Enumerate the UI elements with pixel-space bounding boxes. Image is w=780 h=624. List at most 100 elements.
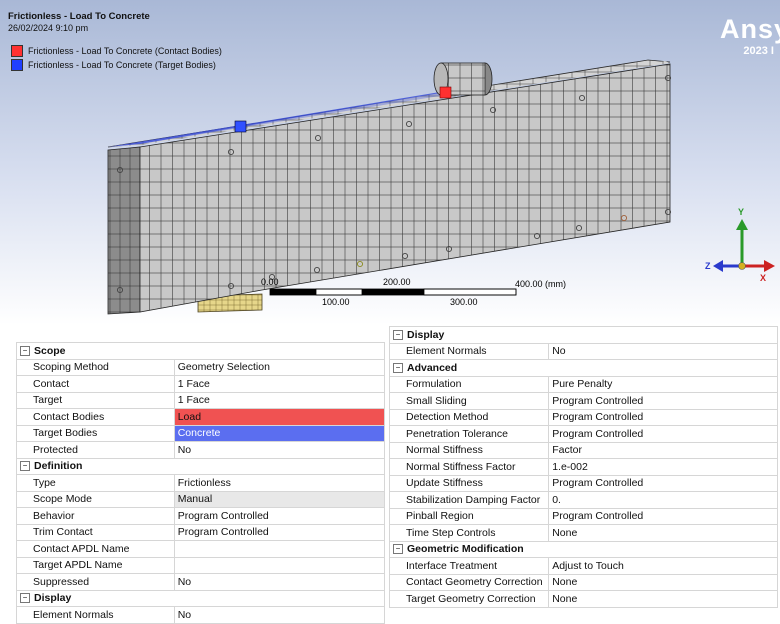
- row-normal-stiffness[interactable]: Normal Stiffness Factor: [388, 441, 778, 459]
- prop-name: Protected: [16, 441, 175, 459]
- row-contact-apdl-name[interactable]: Contact APDL Name: [16, 540, 386, 558]
- prop-name: Stabilization Damping Factor: [388, 491, 550, 509]
- prop-name: Contact: [16, 375, 175, 393]
- prop-value[interactable]: Manual: [173, 490, 386, 508]
- prop-value[interactable]: Program Controlled: [173, 523, 386, 541]
- prop-name: Normal Stiffness: [388, 441, 550, 459]
- collapse-icon[interactable]: −: [20, 461, 30, 472]
- prop-value[interactable]: None: [548, 590, 778, 608]
- collapse-icon[interactable]: −: [393, 362, 403, 373]
- prop-name: Detection Method: [388, 408, 550, 426]
- contact-marker: [439, 86, 452, 99]
- graphics-viewport[interactable]: Frictionless - Load To Concrete 26/02/20…: [0, 0, 780, 325]
- prop-name: Element Normals: [16, 606, 175, 624]
- prop-name: Target: [16, 391, 175, 409]
- beam-end-face: [107, 146, 141, 315]
- row-stabilization-damping-factor[interactable]: Stabilization Damping Factor 0.: [388, 491, 778, 509]
- row-update-stiffness[interactable]: Update Stiffness Program Controlled: [388, 474, 778, 492]
- prop-value[interactable]: 1 Face: [173, 375, 386, 393]
- prop-value[interactable]: Program Controlled: [548, 392, 778, 410]
- row-suppressed[interactable]: Suppressed No: [16, 573, 386, 591]
- prop-value[interactable]: No: [173, 573, 386, 591]
- scale-label-100: 100.00: [322, 297, 350, 307]
- collapse-icon[interactable]: −: [393, 329, 403, 340]
- prop-value[interactable]: Frictionless: [173, 474, 386, 492]
- details-table-left: − Scope Scoping Method Geometry Selection …: [16, 342, 386, 624]
- prop-value[interactable]: None: [548, 524, 778, 542]
- prop-value[interactable]: [173, 540, 386, 558]
- scale-label-300: 300.00: [450, 297, 478, 307]
- row-small-sliding[interactable]: Small Sliding Program Controlled: [388, 392, 778, 410]
- prop-value[interactable]: Adjust to Touch: [548, 557, 778, 575]
- prop-value[interactable]: Load: [173, 408, 386, 426]
- prop-value[interactable]: Concrete: [173, 424, 386, 442]
- row-normal-stiffness-factor[interactable]: Normal Stiffness Factor 1.e-002: [388, 458, 778, 476]
- target-marker: [234, 120, 247, 133]
- row-detection-method[interactable]: Detection Method Program Controlled: [388, 408, 778, 426]
- row-trim-contact[interactable]: Trim Contact Program Controlled: [16, 523, 386, 541]
- prop-value[interactable]: Program Controlled: [173, 507, 386, 525]
- prop-name: Trim Contact: [16, 523, 175, 541]
- prop-value[interactable]: 1.e-002: [548, 458, 778, 476]
- prop-value[interactable]: No: [548, 342, 778, 360]
- prop-name: Scope Mode: [16, 490, 175, 508]
- row-target-apdl-name[interactable]: Target APDL Name: [16, 556, 386, 574]
- row-pinball-region[interactable]: Pinball Region Program Controlled: [388, 507, 778, 525]
- prop-value[interactable]: Program Controlled: [548, 408, 778, 426]
- row-target-geometry-correction[interactable]: Target Geometry Correction None: [388, 590, 778, 608]
- section-definition[interactable]: − Definition: [16, 457, 385, 475]
- collapse-icon[interactable]: −: [20, 593, 30, 604]
- prop-value[interactable]: 0.: [548, 491, 778, 509]
- prop-value[interactable]: No: [173, 606, 386, 624]
- prop-value[interactable]: No: [173, 441, 386, 459]
- prop-name: Normal Stiffness Factor: [388, 458, 550, 476]
- row-target-bodies[interactable]: Target Bodies Concrete: [16, 424, 386, 442]
- row-element-normals[interactable]: Element Normals No: [388, 342, 778, 360]
- prop-value[interactable]: Factor: [548, 441, 778, 459]
- row-target[interactable]: Target 1 Face: [16, 391, 386, 409]
- section-title: Display: [34, 592, 72, 605]
- row-contact[interactable]: Contact 1 Face: [16, 375, 386, 393]
- row-contact-bodies[interactable]: Contact Bodies Load: [16, 408, 386, 426]
- section-title: Display: [407, 328, 445, 341]
- row-element-normals[interactable]: Element Normals No: [16, 606, 386, 624]
- prop-value[interactable]: Geometry Selection: [173, 358, 386, 376]
- collapse-icon[interactable]: −: [393, 544, 403, 555]
- prop-value[interactable]: Pure Penalty: [548, 375, 778, 393]
- row-contact-geometry-correction[interactable]: Contact Geometry Correction None: [388, 573, 778, 591]
- prop-value[interactable]: Program Controlled: [548, 474, 778, 492]
- section-scope[interactable]: − Scope: [16, 342, 385, 360]
- scale-label-200: 200.00: [383, 277, 411, 287]
- prop-name: Behavior: [16, 507, 175, 525]
- prop-name: Penetration Tolerance: [388, 425, 550, 443]
- triad-z-label: Z: [705, 261, 711, 271]
- row-type[interactable]: Type Frictionless: [16, 474, 386, 492]
- triad-y-label: Y: [738, 207, 745, 217]
- prop-name: Scoping Method: [16, 358, 175, 376]
- prop-name: Target Bodies: [16, 424, 175, 442]
- row-penetration-tolerance[interactable]: Penetration Tolerance Program Controlled: [388, 425, 778, 443]
- section-display[interactable]: − Display: [389, 326, 778, 344]
- row-scope-mode[interactable]: Scope Mode Manual: [16, 490, 386, 508]
- row-time-step-controls[interactable]: Time Step Controls None: [388, 524, 778, 542]
- section-title: Definition: [34, 460, 83, 473]
- details-panel-right: − Display Element Normals No − Advanced For…: [388, 326, 778, 608]
- row-interface-treatment[interactable]: Interface Treatment Adjust to Touch: [388, 557, 778, 575]
- section-geometric-modification[interactable]: − Geometric Modification: [389, 540, 778, 558]
- prop-name: Target Geometry Correction: [388, 590, 550, 608]
- prop-name: Element Normals: [388, 342, 550, 360]
- prop-value[interactable]: Program Controlled: [548, 507, 778, 525]
- section-advanced[interactable]: − Advanced: [389, 359, 778, 377]
- collapse-icon[interactable]: −: [20, 345, 30, 356]
- row-protected[interactable]: Protected No: [16, 441, 386, 459]
- prop-value[interactable]: None: [548, 573, 778, 591]
- prop-value[interactable]: 1 Face: [173, 391, 386, 409]
- prop-value[interactable]: Program Controlled: [548, 425, 778, 443]
- section-display[interactable]: − Display: [16, 589, 385, 607]
- row-scoping-method[interactable]: Scoping Method Geometry Selection: [16, 358, 386, 376]
- row-formulation[interactable]: Formulation Pure Penalty: [388, 375, 778, 393]
- details-table-right: − Display Element Normals No − Advanced For…: [388, 326, 778, 608]
- row-behavior[interactable]: Behavior Program Controlled: [16, 507, 386, 525]
- prop-value[interactable]: [173, 556, 386, 574]
- prop-name: Target APDL Name: [16, 556, 175, 574]
